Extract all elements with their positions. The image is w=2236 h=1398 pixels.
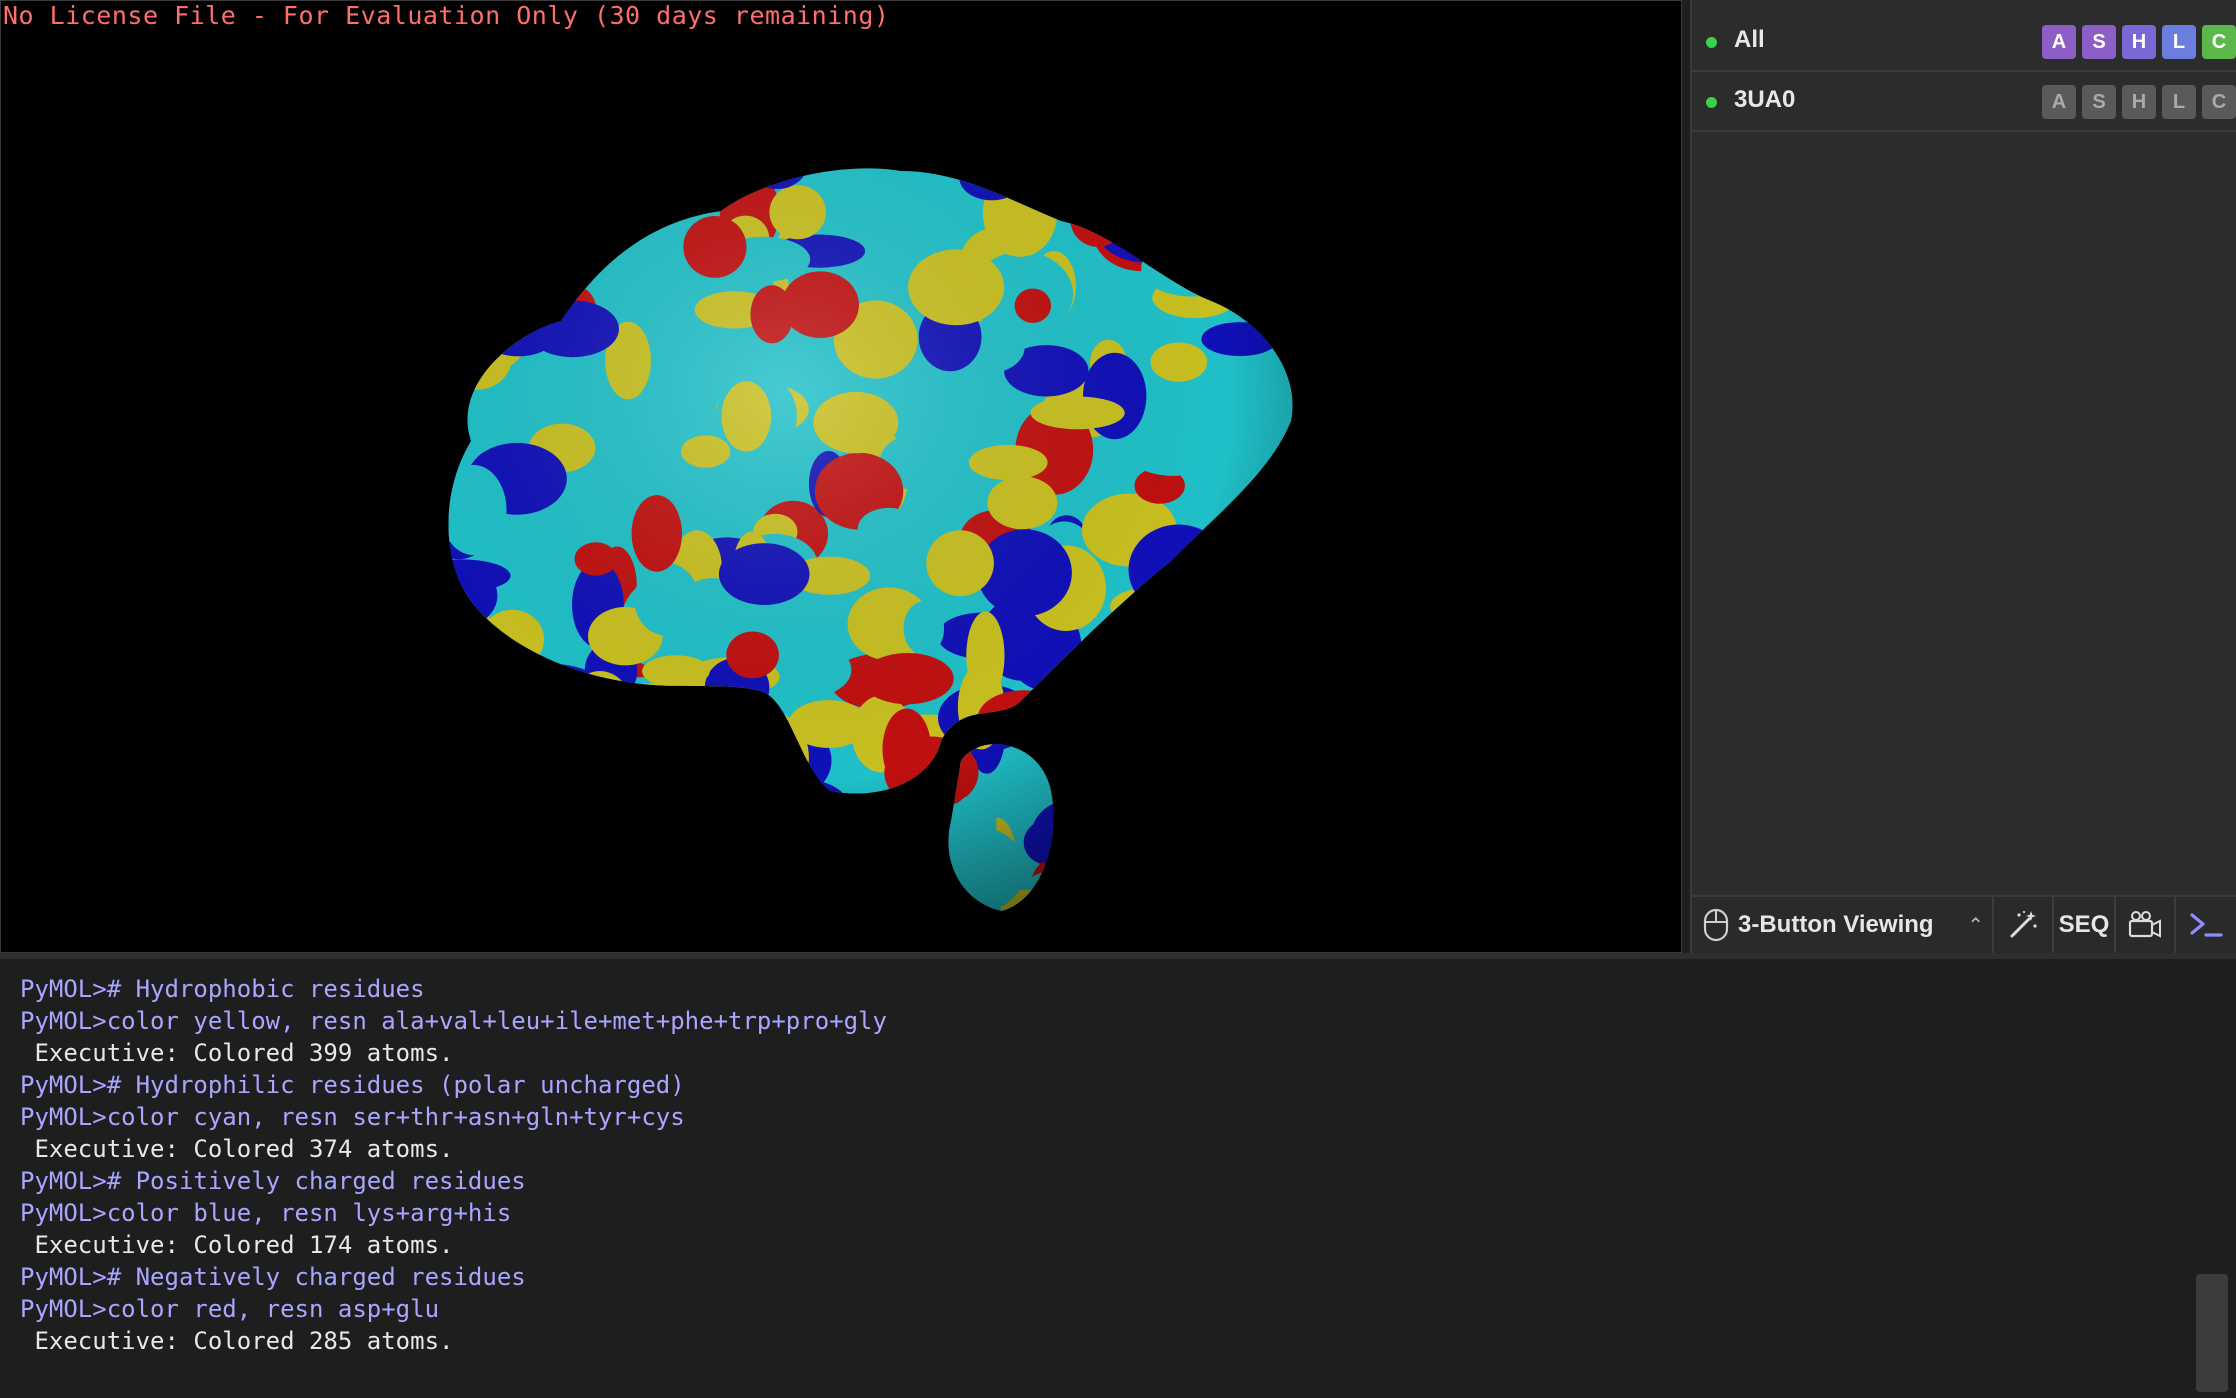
label-button[interactable]: L (2162, 25, 2196, 59)
movie-button[interactable] (2116, 897, 2176, 953)
object-name[interactable]: All (1734, 26, 1765, 54)
console-output-line: Executive: Colored 174 atoms. (20, 1231, 454, 1259)
console-command-line: PyMOL>color cyan, resn ser+thr+asn+gln+t… (20, 1103, 685, 1131)
mouse-mode-label: 3-Button Viewing (1738, 911, 1934, 938)
enabled-dot-icon[interactable] (1706, 37, 1717, 48)
console-scrollbar[interactable] (2196, 1274, 2228, 1392)
molecular-viewport[interactable]: No License File - For Evaluation Only (3… (0, 0, 1682, 953)
label-button[interactable]: L (2162, 85, 2196, 119)
hide-button[interactable]: H (2122, 25, 2156, 59)
console-prompt-icon (2190, 913, 2223, 937)
console-output-line: Executive: Colored 399 atoms. (20, 1039, 454, 1067)
enabled-dot-icon[interactable] (1706, 97, 1717, 108)
command-console[interactable]: PyMOL># Hydrophobic residues PyMOL>color … (0, 953, 2236, 1398)
object-name[interactable]: 3UA0 (1734, 86, 1795, 114)
console-command-line: PyMOL># Positively charged residues (20, 1167, 526, 1195)
sequence-button[interactable]: SEQ (2054, 897, 2116, 953)
console-command-line: PyMOL>color blue, resn lys+arg+his (20, 1199, 512, 1227)
mouse-icon (1703, 908, 1729, 942)
show-button[interactable]: S (2082, 25, 2116, 59)
show-button[interactable]: S (2082, 85, 2116, 119)
license-warning: No License File - For Evaluation Only (3… (3, 1, 890, 30)
console-output-line: Executive: Colored 285 atoms. (20, 1327, 454, 1355)
wizard-button[interactable] (1994, 897, 2054, 953)
wizard-icon (2010, 910, 2037, 938)
console-output-line: Executive: Colored 374 atoms. (20, 1135, 454, 1163)
object-list-panel: All A S H L C 3UA0 A S H L C (1690, 0, 2236, 895)
action-button[interactable]: A (2042, 85, 2076, 119)
object-action-buttons: A S H L C (2042, 25, 2236, 59)
object-row-all[interactable]: All A S H L C (1692, 12, 2236, 72)
console-command-line: PyMOL># Hydrophilic residues (polar unch… (20, 1071, 685, 1099)
console-command-line: PyMOL>color yellow, resn ala+val+leu+ile… (20, 1007, 887, 1035)
console-command-line: PyMOL># Hydrophobic residues (20, 975, 425, 1003)
chevron-up-icon[interactable]: ⌃ (1967, 913, 1984, 938)
console-toggle-button[interactable] (2176, 897, 2236, 953)
movie-icon (2128, 911, 2161, 938)
mouse-mode-selector[interactable]: 3-Button Viewing ⌃ (1692, 897, 1994, 953)
action-button[interactable]: A (2042, 25, 2076, 59)
object-row-3ua0[interactable]: 3UA0 A S H L C (1692, 72, 2236, 132)
color-button[interactable]: C (2202, 85, 2236, 119)
bottom-toolbar: 3-Button Viewing ⌃ SEQ (1690, 895, 2236, 953)
hide-button[interactable]: H (2122, 85, 2156, 119)
console-command-line: PyMOL>color red, resn asp+glu (20, 1295, 440, 1323)
object-action-buttons: A S H L C (2042, 85, 2236, 119)
console-command-line: PyMOL># Negatively charged residues (20, 1263, 526, 1291)
color-button[interactable]: C (2202, 25, 2236, 59)
protein-surface-rendering[interactable] (1, 1, 1682, 953)
console-output: PyMOL># Hydrophobic residues PyMOL>color … (20, 973, 887, 1357)
